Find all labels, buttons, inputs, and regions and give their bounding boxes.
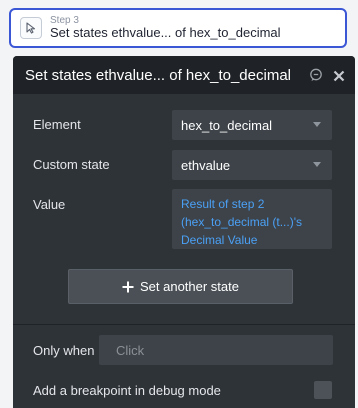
custom-state-dropdown[interactable]: ethvalue <box>172 150 332 180</box>
step-title: Set states ethvalue... of hex_to_decimal <box>50 25 281 41</box>
only-when-placeholder: Click <box>116 342 145 358</box>
custom-state-label: Custom state <box>33 157 110 172</box>
panel-title: Set states ethvalue... of hex_to_decimal <box>25 66 291 84</box>
divider <box>13 324 355 325</box>
value-expression-line: Result of step 2 <box>181 197 265 211</box>
action-properties-panel: Set states ethvalue... of hex_to_decimal… <box>13 56 355 408</box>
chevron-down-icon <box>313 162 321 167</box>
set-another-state-button[interactable]: Set another state <box>68 269 293 304</box>
panel-header: Set states ethvalue... of hex_to_decimal <box>13 56 355 94</box>
custom-state-value: ethvalue <box>181 157 231 173</box>
value-expression[interactable]: Result of step 2 (hex_to_decimal (t...)'… <box>172 189 332 249</box>
value-expression-line: Decimal Value <box>181 233 258 247</box>
element-dropdown[interactable]: hex_to_decimal <box>172 110 332 140</box>
only-when-input[interactable]: Click <box>99 335 333 365</box>
element-label: Element <box>33 117 81 132</box>
breakpoint-label: Add a breakpoint in debug mode <box>33 383 221 398</box>
chevron-down-icon <box>313 122 321 127</box>
breakpoint-checkbox[interactable] <box>314 381 332 399</box>
close-icon[interactable] <box>333 69 345 87</box>
comment-icon[interactable] <box>309 68 323 87</box>
cursor-arrow-icon <box>20 17 42 39</box>
element-value: hex_to_decimal <box>181 117 273 133</box>
value-expression-line: (hex_to_decimal (t...)'s <box>181 215 303 229</box>
plus-icon <box>122 278 134 296</box>
only-when-label: Only when <box>33 343 95 358</box>
set-another-state-label: Set another state <box>139 279 239 294</box>
value-label: Value <box>33 197 66 212</box>
step-card[interactable]: Step 3 Set states ethvalue... of hex_to_… <box>9 8 347 48</box>
